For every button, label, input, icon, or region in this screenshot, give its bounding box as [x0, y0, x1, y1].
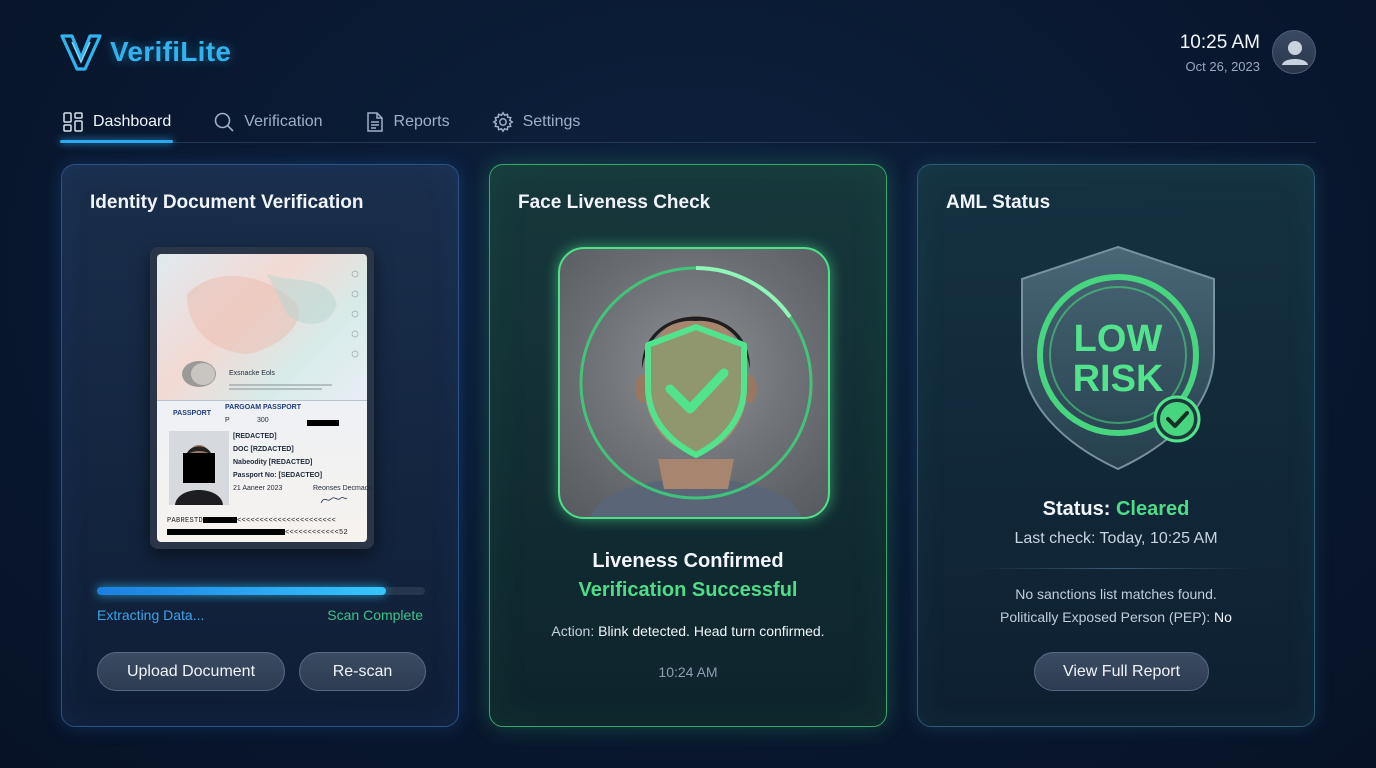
passport-data-page: PASSPORT PARGOAM PASSPORT P 300 [REDACTE…	[157, 400, 372, 542]
status-value: Cleared	[1115, 498, 1190, 520]
shield-check-icon	[645, 324, 747, 458]
mrz-line-1: PABRESTD <<<<<<<<<<<<<<<<<<<<<<	[167, 517, 337, 525]
pep-label: Politically Exposed Person (PEP):	[1000, 609, 1211, 625]
verification-success-text: Verification Successful	[578, 579, 798, 601]
scan-progress-bar	[97, 587, 425, 595]
passport-title: PARGOAM PASSPORT	[225, 404, 301, 411]
shield-icon: LOW RISK	[1021, 245, 1215, 471]
passport-photo	[169, 431, 229, 505]
main-nav: Dashboard Verification Reports Settings	[60, 102, 1316, 143]
user-icon	[1282, 41, 1308, 65]
search-icon	[214, 112, 234, 132]
aml-status-card: AML Status LOW RISK Status: Cleared Last…	[917, 164, 1315, 727]
current-date: Oct 26, 2023	[1185, 59, 1260, 74]
id-verification-card: Identity Document Verification Exsnacke …	[61, 164, 459, 727]
tab-label: Settings	[522, 113, 581, 130]
last-check: Last check: Today, 10:25 AM	[1014, 530, 1218, 547]
tab-label: Dashboard	[93, 113, 172, 130]
passport-authority: Reonses Decmacs	[313, 485, 372, 492]
passport-type: P	[225, 417, 230, 424]
scan-progress-fill	[97, 587, 386, 595]
divider	[978, 568, 1254, 569]
scan-complete-label: Scan Complete	[327, 607, 423, 623]
rescan-button[interactable]: Re-scan	[299, 652, 426, 691]
passport-top-line: Exsnacke Eols	[229, 370, 275, 377]
pep-value: No	[1214, 609, 1232, 625]
passport-issue-date: 21 Aaneer 2023	[233, 485, 283, 492]
gear-icon	[492, 111, 514, 133]
low-risk-badge: LOW RISK	[1018, 243, 1218, 480]
tab-dashboard[interactable]: Dashboard	[60, 102, 174, 143]
face-liveness-card: Face Liveness Check Liveness Confirmed V…	[489, 164, 887, 727]
badge-text-low: LOW	[1074, 318, 1163, 360]
passport-code: 300	[257, 417, 269, 424]
passport-field: DOC [RZDACTED]	[233, 446, 294, 453]
app-name: VerifiLite	[110, 36, 232, 67]
current-time: 10:25 AM	[1179, 32, 1260, 53]
signature	[320, 497, 348, 504]
tab-settings[interactable]: Settings	[490, 102, 583, 142]
face-camera-preview	[558, 247, 830, 519]
user-avatar[interactable]	[1272, 30, 1316, 74]
tab-verification[interactable]: Verification	[211, 102, 324, 142]
upload-document-button[interactable]: Upload Document	[97, 652, 285, 691]
liveness-timestamp: 10:24 AM	[658, 664, 718, 680]
passport-watermark	[182, 270, 359, 390]
passport-field: Passport No: [SEDACTEO]	[233, 472, 323, 479]
tab-label: Reports	[393, 113, 450, 130]
redaction-bar	[307, 420, 339, 426]
sanctions-text: No sanctions list matches found.	[1015, 586, 1217, 602]
app-logo[interactable]: VerifiLite	[60, 32, 231, 72]
passport-visa-page: Exsnacke Eols	[157, 254, 367, 400]
badge-text-risk: RISK	[1073, 358, 1164, 400]
action-label: Action:	[551, 623, 595, 639]
mrz-line-2: <<<<<<<<<<<<52	[167, 529, 348, 537]
card-title: Identity Document Verification	[90, 192, 364, 213]
passport-label: PASSPORT	[173, 410, 211, 417]
tab-label: Verification	[244, 113, 323, 130]
grid-icon	[63, 112, 83, 132]
passport-field: Nabeodity [REDACTED]	[233, 459, 313, 466]
passport-field: [REDACTED]	[233, 433, 277, 440]
clock: 10:25 AM Oct 26, 2023	[1180, 32, 1260, 74]
status-label: Status:	[1042, 498, 1111, 520]
liveness-confirmed-text: Liveness Confirmed	[592, 550, 784, 572]
passport-image: Exsnacke Eols PASSPORT PARGOAM PASSPORT …	[150, 247, 374, 549]
pep-text: Politically Exposed Person (PEP): No	[918, 609, 1314, 625]
view-full-report-button[interactable]: View Full Report	[1034, 652, 1209, 691]
card-title: AML Status	[946, 192, 1051, 213]
logo-icon	[60, 34, 102, 71]
aml-status: Status: Cleared	[918, 498, 1314, 521]
tab-reports[interactable]: Reports	[363, 102, 452, 142]
action-text: Action: Blink detected. Head turn confir…	[490, 623, 886, 639]
progress-status: Extracting Data...	[97, 607, 205, 623]
action-value: Blink detected. Head turn confirmed.	[598, 623, 825, 639]
document-icon	[366, 112, 383, 132]
card-title: Face Liveness Check	[518, 192, 711, 213]
